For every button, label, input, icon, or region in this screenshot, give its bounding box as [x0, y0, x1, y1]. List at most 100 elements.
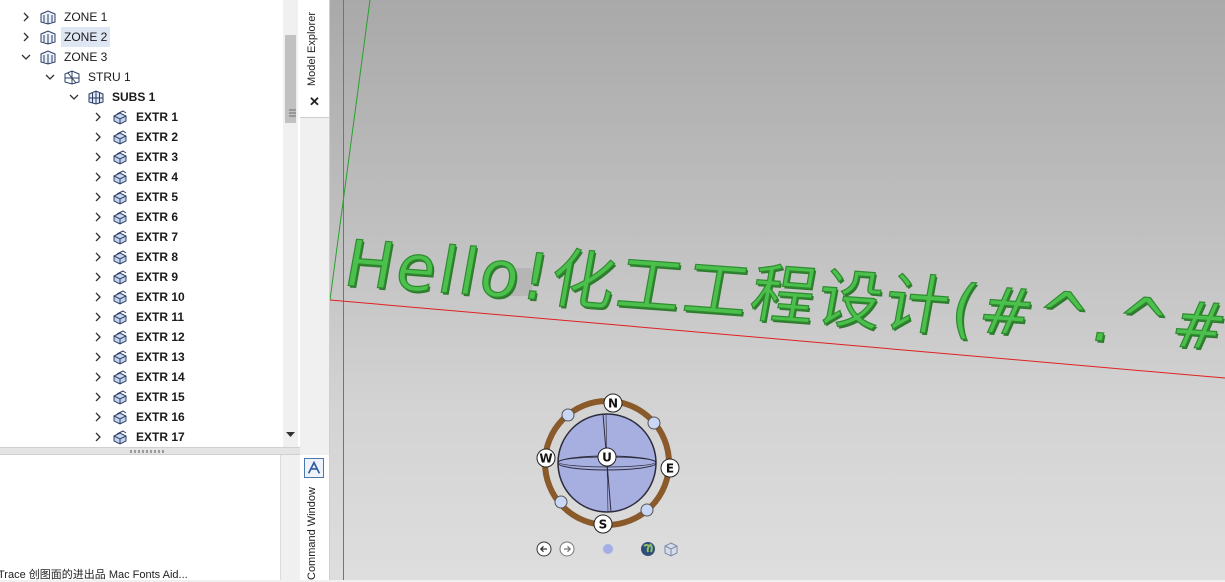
compass-handle-sw[interactable] — [554, 495, 568, 509]
extrusion-icon — [111, 349, 129, 365]
extrusion-icon — [111, 189, 129, 205]
model-explorer-tree: ZONE 1 ZONE 2 ZONE 3 STRU 1 SUBS 1 EXTR 1 EXTR… — [0, 0, 301, 447]
close-icon[interactable]: ✕ — [308, 95, 321, 109]
compass-handle-ne[interactable] — [647, 416, 661, 430]
chevron-right-icon[interactable] — [91, 407, 105, 427]
substructure-icon — [87, 89, 105, 105]
chevron-right-icon[interactable] — [91, 247, 105, 267]
chevron-right-icon[interactable] — [91, 387, 105, 407]
chevron-right-icon[interactable] — [91, 207, 105, 227]
navigation-compass[interactable]: N S E W U — [536, 393, 680, 534]
tree-item-label: STRU 1 — [88, 70, 131, 84]
chevron-right-icon[interactable] — [91, 107, 105, 127]
compass-east-button[interactable]: E — [660, 458, 680, 478]
tree-item[interactable]: EXTR 15 — [91, 387, 188, 407]
tree-item[interactable]: ZONE 3 — [19, 47, 110, 67]
tree-item[interactable]: EXTR 8 — [91, 247, 181, 267]
tree-item[interactable]: EXTR 17 — [91, 427, 188, 447]
chevron-right-icon[interactable] — [19, 27, 33, 47]
tree-item[interactable]: EXTR 4 — [91, 167, 181, 187]
tree-item-label: EXTR 17 — [136, 430, 185, 444]
command-output-scrollbar[interactable] — [280, 455, 300, 580]
tree-scroll-thumb[interactable] — [285, 35, 296, 123]
tree-item-label: EXTR 13 — [136, 350, 185, 364]
extrusion-icon — [111, 249, 129, 265]
chevron-right-icon[interactable] — [91, 347, 105, 367]
svg-text:E: E — [666, 462, 674, 476]
tree-item-label: EXTR 2 — [136, 130, 179, 144]
tree-item[interactable]: EXTR 13 — [91, 347, 188, 367]
tree-item[interactable]: EXTR 7 — [91, 227, 181, 247]
chevron-right-icon[interactable] — [91, 427, 105, 447]
tab-model-explorer-label: Model Explorer — [306, 12, 318, 86]
extrusion-icon — [111, 209, 129, 225]
chevron-right-icon[interactable] — [91, 147, 105, 167]
chevron-right-icon[interactable] — [91, 307, 105, 327]
forward-arrow-icon[interactable] — [559, 541, 575, 557]
view-dot-icon[interactable] — [603, 544, 613, 554]
chevron-right-icon[interactable] — [19, 7, 33, 27]
tree-item[interactable]: SUBS 1 — [67, 87, 158, 107]
compass-handle-se[interactable] — [640, 503, 654, 517]
extrusion-icon — [111, 109, 129, 125]
panel-splitter[interactable] — [0, 447, 300, 455]
tree-item[interactable]: EXTR 11 — [91, 307, 187, 327]
grip-icon — [289, 109, 296, 117]
chevron-right-icon[interactable] — [91, 367, 105, 387]
svg-text:U: U — [602, 451, 612, 465]
tree-item[interactable]: EXTR 16 — [91, 407, 188, 427]
tree-scrollbar[interactable] — [283, 0, 298, 447]
tree-item-label: ZONE 3 — [64, 50, 108, 64]
chevron-right-icon[interactable] — [91, 327, 105, 347]
chevron-right-icon[interactable] — [91, 287, 105, 307]
compass-north-button[interactable]: N — [603, 393, 623, 413]
3d-text-model[interactable]: Hello!化工工程设计(#^.^#) Hello!化工工程设计(#^.^#) — [339, 226, 1225, 370]
tree-item[interactable]: EXTR 12 — [91, 327, 188, 347]
view-cube-icon[interactable] — [664, 542, 678, 557]
chevron-right-icon[interactable] — [91, 267, 105, 287]
extrusion-icon — [111, 289, 129, 305]
command-window-icon — [304, 458, 324, 478]
3d-viewport[interactable]: 化工圈 Hello!化工工程设计(#^.^#) Hello!化工工程设计(#^.… — [330, 0, 1225, 580]
chevron-right-icon[interactable] — [91, 167, 105, 187]
tab-command-window[interactable]: Command Window — [300, 455, 329, 580]
chevron-right-icon[interactable] — [91, 127, 105, 147]
tree-item[interactable]: EXTR 10 — [91, 287, 188, 307]
tree-item-label: EXTR 12 — [136, 330, 185, 344]
tree-item[interactable]: EXTR 2 — [91, 127, 181, 147]
compass-up-button[interactable]: U — [597, 447, 617, 467]
tree-item[interactable]: EXTR 1 — [91, 107, 181, 127]
globe-icon[interactable] — [641, 542, 655, 556]
compass-south-button[interactable]: S — [593, 514, 613, 534]
compass-west-button[interactable]: W — [536, 448, 556, 468]
tree-item-label: EXTR 16 — [136, 410, 185, 424]
chevron-down-icon[interactable] — [43, 67, 57, 87]
tree-item[interactable]: EXTR 6 — [91, 207, 181, 227]
tab-model-explorer[interactable]: Model Explorer ✕ — [300, 0, 329, 118]
back-arrow-icon[interactable] — [536, 541, 552, 557]
tree-item-label: EXTR 6 — [136, 210, 179, 224]
tree-item-label: EXTR 7 — [136, 230, 179, 244]
extrusion-icon — [111, 409, 129, 425]
chevron-right-icon[interactable] — [91, 227, 105, 247]
chevron-down-icon[interactable] — [19, 47, 33, 67]
tree-item[interactable]: ZONE 2 — [19, 27, 111, 47]
tab-command-window-label: Command Window — [306, 487, 318, 580]
scroll-down-arrow-icon[interactable] — [286, 430, 295, 439]
chevron-down-icon[interactable] — [67, 87, 81, 107]
tree-item-label: ZONE 2 — [61, 27, 111, 47]
svg-text:N: N — [608, 397, 618, 411]
chevron-right-icon[interactable] — [91, 187, 105, 207]
tree-item-label: EXTR 15 — [136, 390, 185, 404]
tree-item[interactable]: EXTR 9 — [91, 267, 181, 287]
command-output-pane[interactable]: Trace 创图面的进出品 Mac Fonts Aid... — [0, 455, 280, 581]
tree-item[interactable]: EXTR 5 — [91, 187, 181, 207]
compass-handle-nw[interactable] — [561, 408, 575, 422]
tree-item[interactable]: STRU 1 — [43, 67, 134, 87]
tree-item-label: EXTR 14 — [136, 370, 185, 384]
tree-item[interactable]: EXTR 14 — [91, 367, 188, 387]
tree-item[interactable]: EXTR 3 — [91, 147, 181, 167]
tree-item-label: ZONE 1 — [64, 10, 108, 24]
tree-item[interactable]: ZONE 1 — [19, 7, 110, 27]
extrusion-icon — [111, 229, 129, 245]
